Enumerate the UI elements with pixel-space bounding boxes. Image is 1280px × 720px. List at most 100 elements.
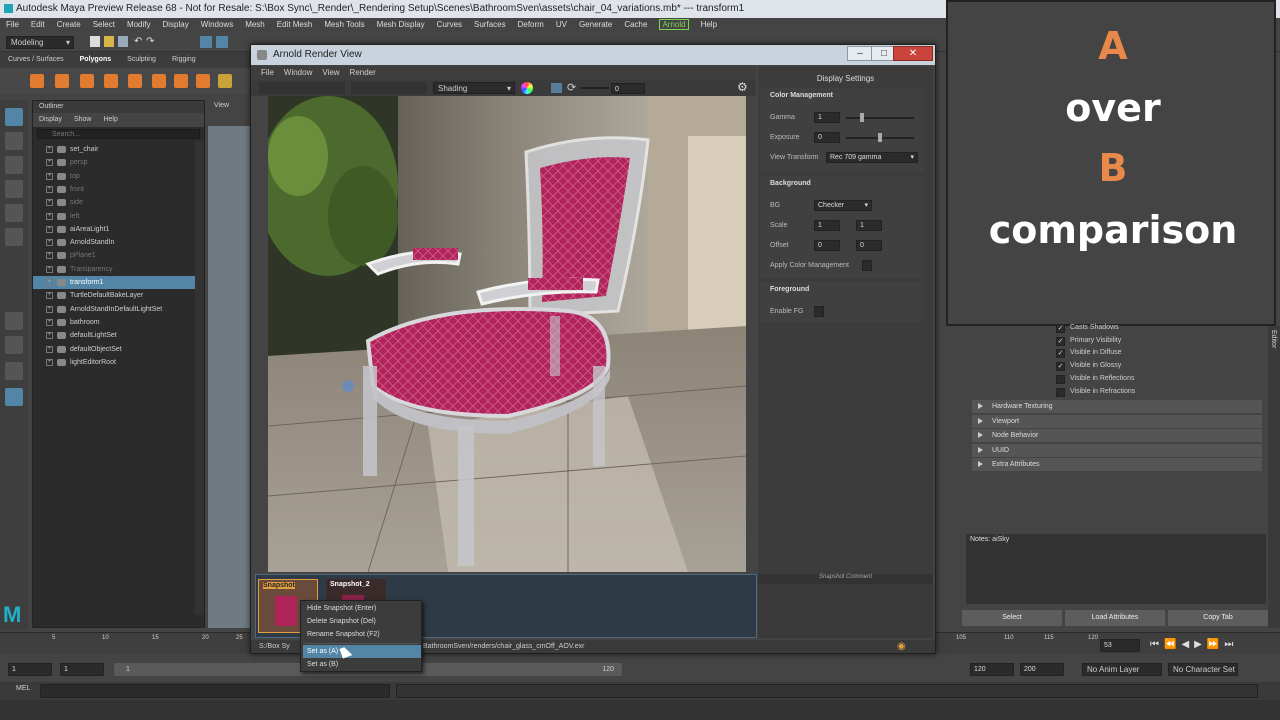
save-scene-icon[interactable] [118,36,128,47]
menu-display[interactable]: Display [163,20,189,29]
checkbox[interactable]: ✓ [1056,324,1065,333]
notes-panel[interactable]: Notes: aiSky [966,534,1266,604]
exposure-slider-handle[interactable] [878,133,882,142]
outliner-menu-display[interactable]: Display [39,116,62,123]
expand-icon[interactable]: + [46,172,53,180]
menu-set-dropdown[interactable]: Modeling ▾ [6,36,74,49]
rotate-tool-icon[interactable] [5,204,23,222]
character-set-dropdown[interactable]: No Character Set [1168,663,1238,676]
outliner-item[interactable]: + side [33,196,195,209]
expand-icon[interactable]: + [46,292,53,300]
menu-surfaces[interactable]: Surfaces [474,20,506,29]
torus-icon[interactable] [128,74,142,88]
outliner-menu-help[interactable]: Help [103,116,117,123]
outliner-layout-icon[interactable] [5,388,23,406]
exposure-field[interactable]: 0 [611,83,645,94]
menu-mesh-display[interactable]: Mesh Display [377,20,425,29]
checkbox[interactable] [1056,387,1065,397]
pyramid-icon[interactable] [174,74,188,88]
menu-generate[interactable]: Generate [579,20,612,29]
playback-end-field[interactable]: 120 [970,663,1014,676]
outliner-item[interactable]: + Transparency [33,263,195,276]
paint-select-icon[interactable] [5,156,23,174]
section-viewport[interactable]: Viewport [972,414,1262,428]
select-object-icon[interactable] [216,36,228,48]
lasso-tool-icon[interactable] [5,132,23,150]
close-icon[interactable]: ✕ [893,46,933,61]
expand-icon[interactable]: + [46,358,53,366]
end-time-field[interactable]: 200 [1020,663,1064,676]
outliner-search-input[interactable]: Search... [37,129,200,139]
select-tool-icon[interactable] [5,108,23,126]
expand-icon[interactable]: + [46,159,53,167]
outliner-item[interactable]: + bathroom [33,316,195,329]
scale-x-field[interactable]: 1 [814,220,840,231]
view-transform-dropdown[interactable]: Rec 709 gamma ▾ [826,152,918,163]
play-back-icon[interactable]: ◀ [1181,639,1194,650]
playback-start-field[interactable]: 1 [60,663,104,676]
outliner-item[interactable]: + transform1 [33,276,195,289]
shading-dropdown[interactable]: Shading ▾ [433,82,515,94]
color-channel-icon[interactable] [521,82,533,94]
outliner-item[interactable]: + defaultObjectSet [33,343,195,356]
render-view-menu-file[interactable]: File [261,68,274,77]
outliner-item[interactable]: + persp [33,156,195,169]
select-button[interactable]: Select [962,610,1062,626]
aov-dropdown[interactable] [351,82,427,94]
attribute-editor-side-tab[interactable]: Editor [1268,326,1280,628]
menu-edit[interactable]: Edit [31,20,45,29]
enable-fg-checkbox[interactable] [814,306,824,317]
eye-icon[interactable]: ◉ [897,640,906,653]
outliner-item[interactable]: + ArnoldStandIn [33,236,195,249]
viewport-panel[interactable] [208,100,253,628]
menu-modify[interactable]: Modify [127,20,151,29]
open-scene-icon[interactable] [104,36,114,47]
play-forward-icon[interactable]: ▶ [1194,639,1207,650]
menu-uv[interactable]: UV [556,20,567,29]
copy-tab-button[interactable]: Copy Tab [1168,610,1268,626]
hide-snapshot-item[interactable]: Hide Snapshot (Enter) [303,602,421,615]
outliner-item[interactable]: + defaultLightSet [33,329,195,342]
expand-icon[interactable]: + [46,146,53,153]
expand-icon[interactable]: + [46,305,53,313]
viewport-view-menu[interactable]: View [214,102,229,109]
section-uuid[interactable]: UUID [972,443,1262,457]
gamma-field[interactable]: 1 [814,112,840,123]
shelf-tab-sculpting[interactable]: Sculpting [127,56,156,63]
menu-mesh-tools[interactable]: Mesh Tools [324,20,364,29]
rename-snapshot-item[interactable]: Rename Snapshot (F2) [303,628,421,641]
expand-icon[interactable]: + [46,279,53,286]
checkbox[interactable]: ✓ [1056,349,1065,359]
section-extra-attributes[interactable]: Extra Attributes [972,458,1262,472]
outliner-item[interactable]: + front [33,183,195,196]
section-hardware-texturing[interactable]: Hardware Texturing [972,400,1262,413]
outliner-scrollbar[interactable] [195,141,204,615]
go-to-start-icon[interactable]: ⏮ [1150,639,1164,650]
checkbox[interactable] [1056,374,1065,384]
menu-curves[interactable]: Curves [437,20,462,29]
menu-cache[interactable]: Cache [624,20,647,29]
outliner-item[interactable]: + top [33,170,195,183]
go-to-end-icon[interactable]: ⏭ [1224,639,1238,650]
undo-icon[interactable]: ↶ [134,36,142,47]
offset-y-field[interactable]: 0 [856,240,882,251]
sphere-icon[interactable] [30,74,44,88]
outliner-item[interactable]: + set_chair [33,143,195,156]
menu-select[interactable]: Select [93,20,115,29]
select-hierarchy-icon[interactable] [200,36,212,48]
exposure-field[interactable]: 0 [814,132,840,143]
set-as-a-item[interactable]: Set as (A) [303,645,421,658]
expand-icon[interactable]: + [46,318,53,326]
exposure-slider[interactable] [581,87,609,89]
offset-x-field[interactable]: 0 [814,240,840,251]
settings-gear-icon[interactable]: ⚙ [737,80,748,94]
anim-layer-dropdown[interactable]: No Anim Layer [1082,663,1162,676]
expand-icon[interactable]: + [46,265,53,273]
move-tool-icon[interactable] [5,180,23,198]
scale-tool-icon[interactable] [5,228,23,246]
text-icon[interactable] [218,74,232,88]
new-scene-icon[interactable] [90,36,100,47]
outliner-menu-show[interactable]: Show [74,116,92,123]
set-as-b-item[interactable]: Set as (B) [303,658,421,671]
minimize-icon[interactable]: – [847,46,873,61]
